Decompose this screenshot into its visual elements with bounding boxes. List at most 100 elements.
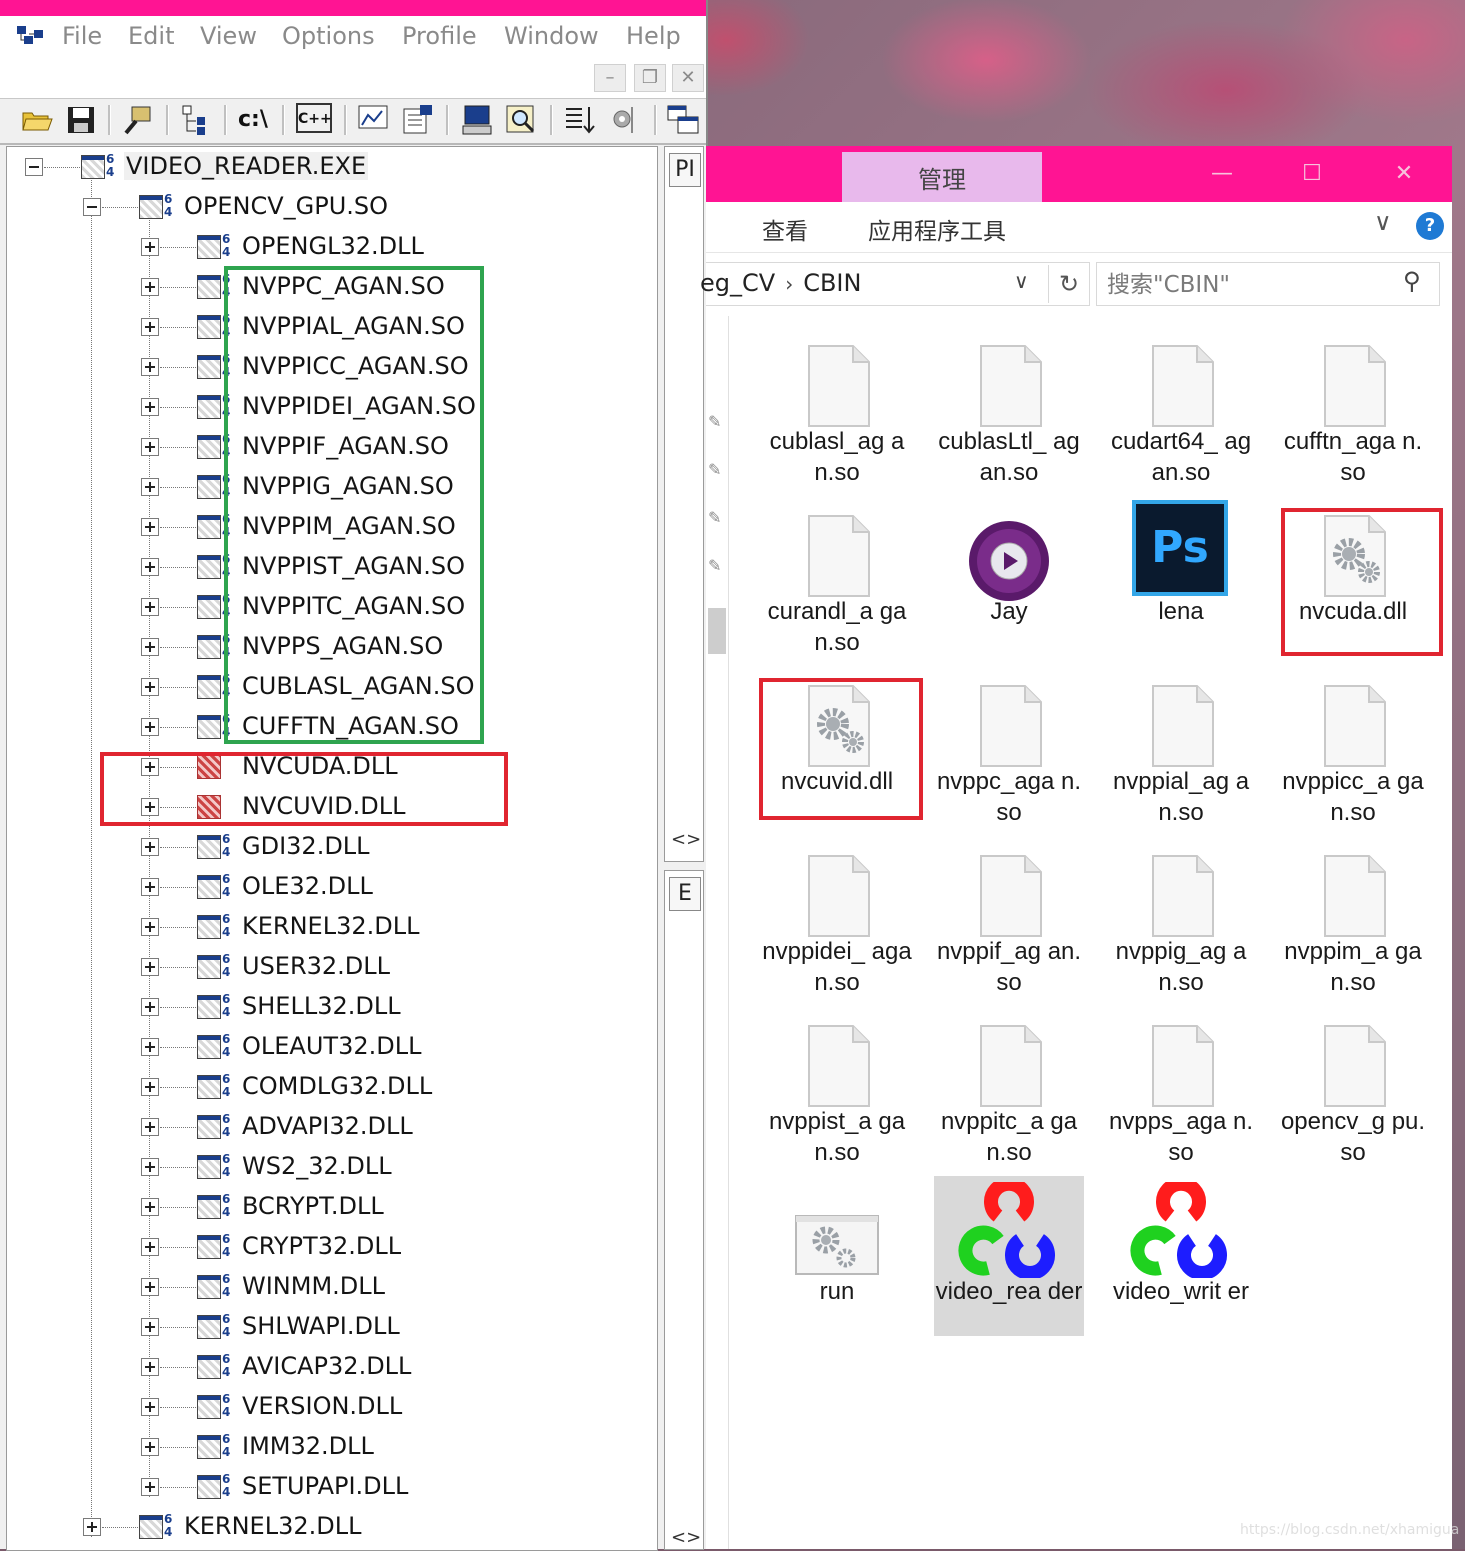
expand-toggle[interactable] (141, 1198, 159, 1216)
file-tile[interactable]: nvppial_ag an.so (1106, 666, 1256, 826)
mdi-close-button[interactable]: ✕ (672, 64, 704, 92)
file-tile[interactable]: cublasl_ag an.so (762, 326, 912, 486)
expand-toggle[interactable] (141, 718, 159, 736)
menu-window[interactable]: Window (504, 22, 599, 50)
expand-toggle[interactable] (141, 838, 159, 856)
tree-module-label[interactable]: AVICAP32.DLL (242, 1352, 411, 1380)
expand-toggle[interactable] (141, 558, 159, 576)
expand-toggle[interactable] (83, 1518, 101, 1536)
expand-toggle[interactable] (141, 1438, 159, 1456)
tree-module-label[interactable]: OLEAUT32.DLL (242, 1032, 421, 1060)
expand-toggle[interactable] (141, 1478, 159, 1496)
expand-toggle[interactable] (141, 358, 159, 376)
address-bar[interactable]: eg_CV › CBIN ∨ ↻ (700, 262, 1090, 306)
magnifier-icon[interactable] (504, 103, 538, 137)
properties-icon[interactable] (400, 103, 434, 137)
expand-toggle[interactable] (141, 678, 159, 696)
open-folder-icon[interactable] (20, 103, 54, 137)
tree-module-label[interactable]: SHLWAPI.DLL (242, 1312, 400, 1340)
file-tile[interactable]: nvppig_ag an.so (1106, 836, 1256, 996)
tree-module-label[interactable]: WS2_32.DLL (242, 1152, 392, 1180)
breadcrumb-parent[interactable]: eg_CV (700, 269, 775, 297)
expand-toggle[interactable] (141, 238, 159, 256)
tree-module-label[interactable]: KERNEL32.DLL (242, 912, 419, 940)
tree-module-label[interactable]: OPENGL32.DLL (242, 232, 424, 260)
expand-toggle[interactable] (141, 278, 159, 296)
expand-toggle[interactable] (141, 998, 159, 1016)
maximize-button[interactable]: ☐ (1282, 156, 1342, 192)
expand-toggle[interactable] (141, 918, 159, 936)
file-tile[interactable]: Jay (934, 496, 1084, 656)
file-tile[interactable]: nvppicc_a gan.so (1278, 666, 1428, 826)
expand-toggle[interactable] (141, 1238, 159, 1256)
menu-profile[interactable]: Profile (402, 22, 477, 50)
navigation-pane[interactable]: ✎ ✎ ✎ ✎ (706, 316, 729, 1549)
menu-options[interactable]: Options (282, 22, 375, 50)
chart-icon[interactable] (356, 103, 390, 137)
collapse-toggle[interactable] (83, 198, 101, 216)
search-input[interactable] (1105, 267, 1399, 303)
expand-toggle[interactable] (141, 478, 159, 496)
windows-icon[interactable] (666, 103, 700, 137)
file-tile[interactable]: nvppim_a gan.so (1278, 836, 1428, 996)
search-box[interactable]: ⚲ (1096, 262, 1440, 306)
collapse-toggle[interactable] (25, 158, 43, 176)
tree-level1-label[interactable]: OPENCV_GPU.SO (184, 192, 388, 220)
expand-toggle[interactable] (141, 318, 159, 336)
expand-toggle[interactable] (141, 518, 159, 536)
tree-module-label[interactable]: SETUPAPI.DLL (242, 1472, 408, 1500)
file-tile[interactable]: opencv_g pu.so (1278, 1006, 1428, 1166)
menu-file[interactable]: File (62, 22, 102, 50)
expand-toggle[interactable] (141, 1358, 159, 1376)
tree-module-label[interactable]: CRYPT32.DLL (242, 1232, 401, 1260)
search-icon[interactable]: ⚲ (1403, 267, 1421, 295)
expand-toggle[interactable] (141, 878, 159, 896)
ribbon-tab-app-tools[interactable]: 应用程序工具 (868, 212, 1006, 246)
tree-module-label[interactable]: KERNEL32.DLL (184, 1512, 361, 1540)
expand-toggle[interactable] (141, 1398, 159, 1416)
breadcrumb[interactable]: eg_CV › CBIN (700, 269, 861, 297)
pi-column-tab[interactable]: PI (669, 153, 701, 187)
expand-toggle[interactable] (141, 638, 159, 656)
file-tile[interactable]: cudart64_ agan.so (1106, 326, 1256, 486)
refresh-icon[interactable]: ↻ (1048, 265, 1089, 303)
scroll-arrows[interactable]: <> (671, 1527, 701, 1548)
file-tile[interactable]: curandl_a gan.so (762, 496, 912, 656)
expand-toggle[interactable] (141, 598, 159, 616)
file-tile[interactable]: nvppist_a gan.so (762, 1006, 912, 1166)
tree-module-label[interactable]: BCRYPT.DLL (242, 1192, 384, 1220)
expand-toggle[interactable] (141, 1318, 159, 1336)
tree-module-label[interactable]: GDI32.DLL (242, 832, 370, 860)
tree-module-label[interactable]: VERSION.DLL (242, 1392, 402, 1420)
gears-icon[interactable] (608, 103, 642, 137)
file-tile[interactable]: nvpps_aga n.so (1106, 1006, 1256, 1166)
menu-help[interactable]: Help (626, 22, 681, 50)
ribbon-tab-view[interactable]: 查看 (762, 212, 808, 246)
expand-toggle[interactable] (141, 1278, 159, 1296)
tree-module-label[interactable]: SHELL32.DLL (242, 992, 401, 1020)
computer-icon[interactable] (460, 103, 494, 137)
scroll-arrows[interactable]: <> (671, 829, 701, 850)
tree-module-label[interactable]: IMM32.DLL (242, 1432, 374, 1460)
file-tile[interactable]: Ps lena (1106, 496, 1256, 656)
tree-module-label[interactable]: USER32.DLL (242, 952, 390, 980)
save-icon[interactable] (64, 103, 98, 137)
menu-view[interactable]: View (200, 22, 257, 50)
file-tile[interactable]: cufftn_aga n.so (1278, 326, 1428, 486)
file-tile[interactable]: nvppitc_a gan.so (934, 1006, 1084, 1166)
file-tile[interactable]: nvppc_aga n.so (934, 666, 1084, 826)
mdi-minimize-button[interactable]: – (594, 64, 626, 92)
manage-context-tab[interactable]: 管理 (842, 152, 1042, 202)
tree-expand-icon[interactable] (180, 103, 214, 137)
mdi-restore-button[interactable]: ❐ (634, 64, 666, 92)
console-icon[interactable]: c:\ (238, 103, 272, 137)
expand-toggle[interactable] (141, 1078, 159, 1096)
tree-root-label[interactable]: VIDEO_READER.EXE (124, 152, 369, 180)
minimize-button[interactable]: — (1192, 156, 1252, 192)
expand-toggle[interactable] (141, 1158, 159, 1176)
cplusplus-icon[interactable]: C++ (296, 103, 332, 133)
file-tile[interactable]: run (762, 1176, 912, 1336)
tree-module-label[interactable]: ADVAPI32.DLL (242, 1112, 413, 1140)
file-tile[interactable]: video_rea der (934, 1176, 1084, 1336)
sort-icon[interactable] (562, 103, 596, 137)
